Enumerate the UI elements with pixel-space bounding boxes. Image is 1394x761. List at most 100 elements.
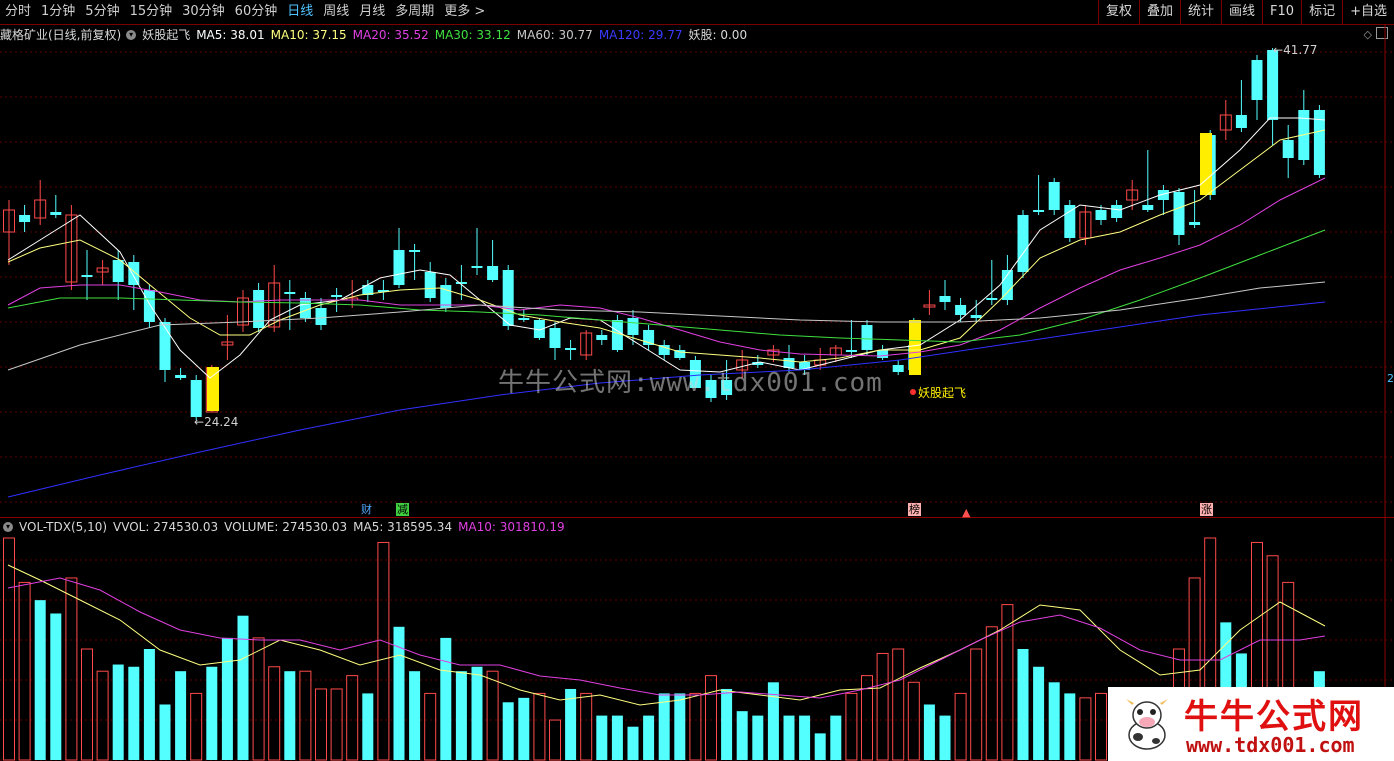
candle-body	[892, 365, 904, 372]
volume-bar	[954, 692, 967, 761]
volume-bar	[486, 670, 499, 761]
volume-bar	[440, 637, 452, 760]
watermark-text: 牛牛公式网:www.tdx001.com	[498, 368, 883, 398]
volume-bar	[3, 537, 15, 761]
volume-bar	[237, 615, 249, 760]
candle-body	[596, 335, 608, 340]
volume-bar	[970, 648, 983, 761]
volume-bar	[18, 581, 31, 761]
candle-body	[315, 308, 327, 325]
volume-bar	[752, 715, 764, 760]
signal-bar	[1200, 133, 1212, 195]
volume-bar	[502, 702, 514, 760]
ma5-line	[7, 117, 1326, 379]
candle-body	[393, 250, 405, 285]
volume-bar	[315, 688, 327, 761]
volume-bar	[1017, 649, 1029, 760]
volume-dropdown-icon[interactable]: ▾	[3, 522, 13, 532]
tag-jian[interactable]: 减	[396, 503, 409, 516]
volume-bar	[939, 715, 951, 760]
high-price-label: ←41.77	[1273, 43, 1318, 57]
low-price-label: ←24.24	[194, 415, 239, 429]
tag-cai[interactable]: 财	[360, 503, 373, 516]
tag-bang[interactable]: 榜	[908, 503, 921, 516]
volume-bar	[799, 715, 811, 760]
volume-bar	[892, 648, 905, 761]
candle-body	[409, 250, 421, 252]
volume-bar	[518, 697, 530, 760]
volume-bar	[424, 692, 437, 761]
vol-indicator-name: VOL-TDX(5,10)	[19, 520, 108, 534]
vol-ma5-value: MA5: 318595.34	[353, 520, 453, 534]
candle-body	[455, 282, 467, 284]
volume-bar	[284, 671, 296, 760]
volume-bar	[689, 692, 702, 761]
volume-bar	[409, 671, 421, 760]
tag-zhang[interactable]: 涨	[1200, 503, 1213, 516]
candle-body	[159, 322, 171, 370]
volume-bar	[159, 704, 171, 760]
volume-bar	[783, 715, 795, 760]
volume-legend: ▾ VOL-TDX(5,10) VVOL: 274530.03 VOLUME: …	[0, 518, 571, 536]
volume-bar	[206, 666, 218, 760]
candle-body	[939, 296, 951, 302]
volume-bar	[81, 648, 93, 761]
volume-bar	[627, 726, 639, 760]
ma10-line	[7, 129, 1326, 363]
right-edge-label: 2	[1387, 372, 1394, 385]
candle-body	[549, 328, 561, 348]
candle-body	[1282, 140, 1294, 158]
volume-bar	[65, 577, 78, 761]
volume-bar	[175, 671, 187, 760]
candle-body	[50, 212, 62, 215]
candle-body	[845, 350, 857, 352]
logo-title: 牛牛公式网	[1184, 697, 1364, 737]
volume-bar	[658, 693, 670, 760]
candle-body	[1189, 222, 1201, 225]
candle-body	[1017, 215, 1029, 272]
candle-body	[284, 292, 296, 294]
candle-body	[611, 320, 623, 350]
volume-bar	[377, 541, 390, 761]
volume-value: VOLUME: 274530.03	[224, 520, 348, 534]
candle-body	[81, 275, 93, 277]
volume-bar	[50, 613, 62, 760]
volume-bar	[1048, 682, 1060, 760]
volume-bar	[721, 688, 733, 760]
volume-bar	[34, 600, 46, 760]
tag-up-arrow[interactable]: ▲	[961, 506, 971, 519]
candle-body	[565, 348, 577, 350]
candle-body	[253, 290, 265, 328]
candle-body	[112, 260, 124, 282]
volume-bar	[1079, 697, 1092, 761]
candle-body	[1173, 192, 1185, 235]
volume-bar	[112, 664, 124, 760]
volume-bar	[705, 675, 717, 761]
volume-bar	[96, 670, 109, 761]
logo-url: www.tdx001.com	[1186, 733, 1355, 757]
volume-bar	[830, 715, 842, 760]
candle-body	[331, 295, 343, 297]
vol-ma10-value: MA10: 301810.19	[458, 520, 565, 534]
candle-body	[424, 272, 436, 298]
candle-body	[190, 380, 202, 417]
volume-bar	[143, 649, 155, 760]
ma30-line	[7, 229, 1326, 343]
volume-bar	[876, 652, 889, 761]
volume-bar	[471, 666, 483, 760]
volume-bar	[580, 692, 593, 761]
signal-bar	[909, 320, 921, 375]
candle-body	[861, 325, 873, 350]
signal-label: 妖股起飞	[918, 386, 967, 400]
volume-bar	[346, 675, 359, 761]
candle-body	[1095, 210, 1107, 220]
signal-dot	[910, 389, 916, 395]
volume-bar	[1064, 693, 1076, 760]
volume-bar	[1033, 666, 1045, 760]
volume-bar	[252, 637, 265, 761]
volume-bar	[221, 637, 233, 760]
site-logo: 牛牛公式网 www.tdx001.com	[1108, 687, 1394, 761]
signal-bar	[207, 367, 219, 411]
candle-body	[143, 290, 155, 322]
volume-bar	[611, 715, 623, 760]
